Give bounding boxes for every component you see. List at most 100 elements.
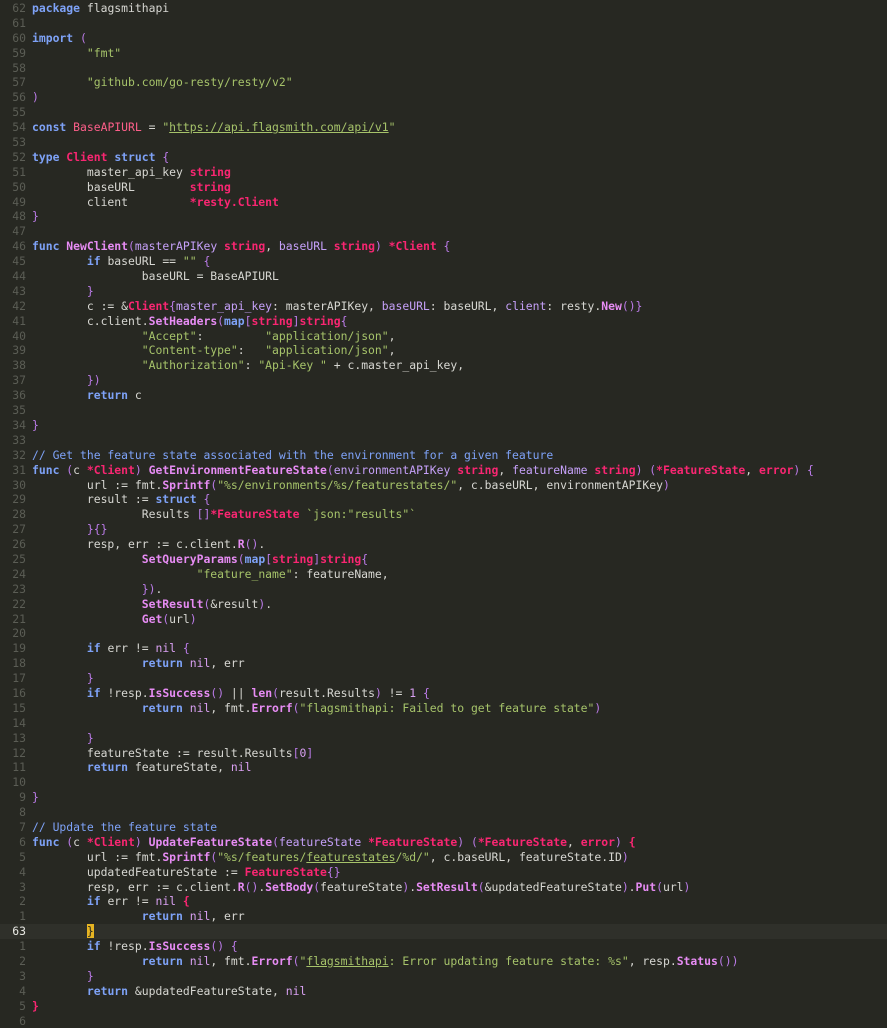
code-line[interactable]: 60 import (	[0, 31, 887, 46]
code-line[interactable]: 21 Get(url)	[0, 612, 887, 627]
code-line[interactable]: 5}	[0, 999, 887, 1014]
code-line[interactable]: 9}	[0, 790, 887, 805]
code-token: if	[86, 939, 101, 954]
code-token: Put	[635, 879, 657, 894]
code-line[interactable]: 47	[0, 224, 887, 239]
code-line[interactable]: 30 url := fmt.Sprintf("%s/environments/%…	[0, 478, 887, 493]
code-line[interactable]: 56)	[0, 90, 887, 105]
code-token: , fmt.	[210, 954, 252, 968]
code-line[interactable]: 15 return nil, fmt.Errorf("flagsmithapi:…	[0, 701, 887, 716]
code-line[interactable]: 58	[0, 61, 887, 76]
code-line[interactable]: 39 "Content-type": "application/json",	[0, 343, 887, 358]
code-line[interactable]: 43 }	[0, 284, 887, 299]
code-line[interactable]: 10	[0, 775, 887, 790]
code-line[interactable]: 45 if baseURL == "" {	[0, 254, 887, 269]
code-line[interactable]: 62 package flagsmithapi	[0, 1, 887, 16]
code-line[interactable]: 36 return c	[0, 388, 887, 403]
code-token: "fmt"	[86, 45, 122, 60]
code-line[interactable]: 20	[0, 626, 887, 641]
code-text: url := fmt.Sprintf("%s/features/features…	[32, 850, 887, 865]
code-line[interactable]: 25 SetQueryParams(map[string]string{	[0, 552, 887, 567]
code-token: if	[86, 685, 101, 700]
code-line[interactable]: 49 client *resty.Client	[0, 195, 887, 210]
code-line[interactable]: 32 // Get the feature state associated wi…	[0, 448, 887, 463]
code-line[interactable]: 4 return &updatedFeatureState, nil	[0, 984, 887, 999]
code-token: {	[807, 462, 814, 477]
code-line[interactable]: 37 })	[0, 373, 887, 388]
code-line[interactable]: 3 resp, err := c.client.R().SetBody(feat…	[0, 880, 887, 895]
line-number: 27	[12, 522, 26, 537]
code-line[interactable]: 11 return featureState, nil	[0, 760, 887, 775]
code-line[interactable]: 48}	[0, 209, 887, 224]
code-token: "Content-type"	[141, 343, 238, 358]
code-line[interactable]: 24 "feature_name": featureName,	[0, 567, 887, 582]
code-line[interactable]: 34}	[0, 418, 887, 433]
code-line[interactable]: 4 updatedFeatureState := FeatureState{}	[0, 865, 887, 880]
code-line[interactable]: 53	[0, 135, 887, 150]
code-text: c := &Client{master_api_key: masterAPIKe…	[32, 299, 887, 314]
code-line[interactable]: 27 }{}	[0, 522, 887, 537]
code-line[interactable]: 1 if !resp.IsSuccess() {	[0, 939, 887, 954]
code-token: result :=	[32, 492, 156, 507]
code-line[interactable]: 26 resp, err := c.client.R().	[0, 537, 887, 552]
code-token: featureState	[320, 879, 403, 894]
code-line[interactable]: 12 featureState := result.Results[0]	[0, 746, 887, 761]
code-line[interactable]: 6	[0, 1014, 887, 1028]
code-token: c.client.	[32, 313, 149, 328]
code-line[interactable]: 19 if err != nil {	[0, 641, 887, 656]
code-line[interactable]: 42 c := &Client{master_api_key: masterAP…	[0, 299, 887, 314]
code-line[interactable]: 35	[0, 403, 887, 418]
code-line[interactable]: 3 }	[0, 969, 887, 984]
code-line[interactable]: 14	[0, 716, 887, 731]
code-line[interactable]: 51 master_api_key string	[0, 165, 887, 180]
code-line[interactable]: 7 // Update the feature state	[0, 820, 887, 835]
code-line[interactable]: 55	[0, 105, 887, 120]
code-line[interactable]: 1 return nil, err	[0, 909, 887, 924]
code-token: : Error updating feature state: %s"	[388, 954, 629, 968]
code-line[interactable]: 59 "fmt"	[0, 46, 887, 61]
code-line[interactable]: 6 func (c *Client) UpdateFeatureState(fea…	[0, 835, 887, 850]
code-line[interactable]: 46 func NewClient(masterAPIKey string, ba…	[0, 239, 887, 254]
code-token: string	[333, 239, 375, 254]
code-line[interactable]: 52 type Client struct {	[0, 150, 887, 165]
code-line[interactable]: 54 const BaseAPIURL = "https://api.flagsm…	[0, 120, 887, 135]
code-text: func (c *Client) GetEnvironmentFeatureSt…	[32, 463, 887, 478]
code-line[interactable]: 23 }).	[0, 582, 887, 597]
code-line[interactable]: 33	[0, 433, 887, 448]
code-line[interactable]: 57 "github.com/go-resty/resty/v2"	[0, 75, 887, 90]
code-line[interactable]: 18 return nil, err	[0, 656, 887, 671]
code-text: master_api_key string	[32, 165, 887, 180]
code-line[interactable]: 44 baseURL = BaseAPIURL	[0, 269, 887, 284]
code-line[interactable]: 28 Results []*FeatureState `json:"result…	[0, 507, 887, 522]
code-line[interactable]: 17 }	[0, 671, 887, 686]
code-line[interactable]: 40 "Accept": "application/json",	[0, 329, 887, 344]
code-line[interactable]: 13 }	[0, 731, 887, 746]
code-token: environmentAPIKey	[333, 462, 451, 477]
code-line[interactable]: 31 func (c *Client) GetEnvironmentFeature…	[0, 463, 887, 478]
code-line[interactable]: 38 "Authorization": "Api-Key " + c.maste…	[0, 358, 887, 373]
code-line[interactable]: 61	[0, 16, 887, 31]
current-code-line[interactable]: 63 }	[0, 924, 887, 940]
line-number: 3	[19, 968, 26, 983]
line-number: 44	[12, 269, 26, 284]
code-line[interactable]: 16 if !resp.IsSuccess() || len(result.Re…	[0, 686, 887, 701]
code-line[interactable]: 22 SetResult(&result).	[0, 597, 887, 612]
code-editor[interactable]: 62 package flagsmithapi 61 60 import (59 "fm…	[0, 0, 887, 1028]
code-line[interactable]: 41 c.client.SetHeaders(map[string]string…	[0, 314, 887, 329]
code-line[interactable]: 2 return nil, fmt.Errorf("flagsmithapi: …	[0, 954, 887, 969]
code-line[interactable]: 8	[0, 805, 887, 820]
code-text: baseURL = BaseAPIURL	[32, 269, 887, 284]
code-line[interactable]: 50 baseURL string	[0, 180, 887, 195]
line-number: 42	[12, 298, 26, 313]
code-token: master_api_key	[32, 164, 190, 179]
code-line[interactable]: 29 result := struct {	[0, 492, 887, 507]
code-line[interactable]: 5 url := fmt.Sprintf("%s/features/featur…	[0, 850, 887, 865]
code-line[interactable]: 2 if err != nil {	[0, 894, 887, 909]
code-token: *resty.Client	[189, 194, 279, 209]
